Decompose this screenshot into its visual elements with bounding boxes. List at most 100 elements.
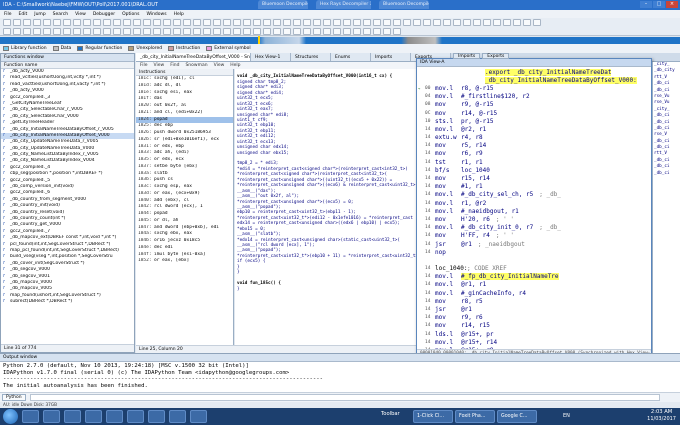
taskbar-app-icon[interactable]	[43, 410, 60, 423]
disassembly-line[interactable]: 14 mov.l #_ginCacheInfo, r4	[417, 289, 651, 297]
toolbar-button[interactable]	[383, 19, 391, 26]
toolbar-label[interactable]: Toolbar	[381, 411, 400, 417]
taskbar-app-icon[interactable]	[22, 410, 39, 423]
toolbar-button[interactable]	[143, 27, 151, 35]
toolbar-button[interactable]	[323, 19, 331, 26]
toolbar-button[interactable]	[433, 19, 441, 26]
toolbar-button[interactable]	[423, 19, 431, 26]
toolbar-button[interactable]	[63, 27, 71, 35]
disassembly-line[interactable]: 14 mov.l r1, @r2	[417, 199, 651, 207]
toolbar-button[interactable]	[173, 27, 181, 35]
toolbar-button[interactable]	[53, 27, 61, 35]
disassembly-line[interactable]: 14 jsr @r1 ; _naeidbgout	[417, 240, 651, 248]
disassembly-line[interactable]: 14 mov r5, r14	[417, 142, 651, 150]
snowman-menu-view[interactable]: View	[154, 63, 165, 68]
toolbar-button[interactable]	[163, 19, 171, 26]
disassembly-line[interactable]: 14 mov.l @r1, r1	[417, 281, 651, 289]
taskbar-app-icon[interactable]	[190, 410, 207, 423]
toolbar-button[interactable]	[53, 19, 61, 26]
toolbar-button[interactable]	[233, 27, 241, 35]
navigation-band[interactable]	[0, 36, 680, 45]
toolbar-button[interactable]	[123, 19, 131, 26]
toolbar-button[interactable]	[393, 19, 401, 26]
taskbar-app-icon[interactable]	[106, 410, 123, 423]
disassembly-line[interactable]: 14 mov r9, r6	[417, 314, 651, 322]
function-list-item[interactable]: subrect(DBRect *,DBRect *)	[1, 299, 134, 305]
function-name-header[interactable]: Function name	[1, 62, 134, 69]
menu-edit[interactable]: Edit	[19, 12, 28, 17]
taskbar-app-icon[interactable]	[64, 410, 81, 423]
toolbar-button[interactable]	[293, 27, 301, 35]
toolbar-button[interactable]	[113, 27, 121, 35]
toolbar-button[interactable]	[133, 27, 141, 35]
disassembly-line[interactable]: 14 mov r15, r14	[417, 174, 651, 182]
name-list-item[interactable]: _db_ci	[653, 171, 680, 177]
menu-debugger[interactable]: Debugger	[93, 12, 115, 17]
toolbar-button[interactable]	[213, 19, 221, 26]
instruction-row[interactable]: 182b: sr (edi+0xe1016ef1), ecx	[136, 137, 233, 144]
taskbar-app-icon[interactable]	[127, 410, 144, 423]
disassembly-line[interactable]: 14 lds.l @r15+, pr	[417, 330, 651, 338]
toolbar-button[interactable]	[193, 27, 201, 35]
disassembly-line[interactable]: 14 mov #1, r1	[417, 183, 651, 191]
toolbar-button[interactable]	[113, 19, 121, 26]
toolbar-button[interactable]	[343, 27, 351, 35]
toolbar-button[interactable]	[13, 19, 21, 26]
toolbar-button[interactable]	[503, 19, 511, 26]
tab-snowman[interactable]: _db_city_InitialNameTreeDataByOffset_V00…	[136, 53, 251, 61]
task-foxit[interactable]: Foxit Pha...	[455, 410, 495, 423]
toolbar-button[interactable]	[283, 19, 291, 26]
toolbar-button[interactable]	[23, 27, 31, 35]
disassembly-line[interactable]: _db_city_InitialNameTreeDataByOffset_V00…	[417, 76, 651, 84]
disassembly-line[interactable]: 14 mov H'FF, r4 ; ' '	[417, 232, 651, 240]
toolbar-button[interactable]	[263, 19, 271, 26]
toolbar-button[interactable]	[373, 19, 381, 26]
tab-enums[interactable]: Enums	[331, 53, 371, 61]
toolbar-button[interactable]	[73, 27, 81, 35]
toolbar-button[interactable]	[523, 19, 531, 26]
toolbar-button[interactable]	[333, 19, 341, 26]
toolbar-button[interactable]	[403, 19, 411, 26]
disassembly-line[interactable]: 14 mov.l #_db_city_init_0, r7 ; _db_	[417, 224, 651, 232]
snowman-menu-help[interactable]: Help	[230, 63, 240, 68]
system-tray-clock[interactable]: 2:03 AM 11/03/2017	[647, 409, 676, 422]
toolbar-button[interactable]	[3, 27, 11, 35]
toolbar-button[interactable]	[183, 19, 191, 26]
browser-tab-3[interactable]: Bluemoon Decompiler	[379, 0, 429, 9]
instruction-row[interactable]: 1840: add (ebx), cl	[136, 198, 233, 205]
toolbar-button[interactable]	[303, 19, 311, 26]
toolbar-button[interactable]	[153, 19, 161, 26]
instruction-row[interactable]: 183d: or eax, (ecx+0x9)	[136, 191, 233, 198]
toolbar-button[interactable]	[323, 27, 331, 35]
toolbar-button[interactable]	[223, 27, 231, 35]
menu-options[interactable]: Options	[122, 12, 139, 17]
toolbar-button[interactable]	[443, 19, 451, 26]
instruction-row[interactable]: 1825: dec ebp	[136, 123, 233, 130]
toolbar-button[interactable]	[413, 19, 421, 26]
instruction-row[interactable]: 181c: sxchg (edi), cl	[136, 76, 233, 83]
toolbar-button[interactable]	[163, 27, 171, 35]
toolbar-button[interactable]	[333, 27, 341, 35]
disassembly-line[interactable]: 14 tst r1, r1	[417, 158, 651, 166]
instruction-row[interactable]: 1842: rcl dword [ecx], 1	[136, 204, 233, 211]
instruction-row[interactable]: 1831: or edx, ebp	[136, 144, 233, 151]
toolbar-button[interactable]	[103, 27, 111, 35]
toolbar-button[interactable]	[33, 19, 41, 26]
toolbar-button[interactable]	[173, 19, 181, 26]
disassembly-line[interactable]: 08 mov r9, @-r15	[417, 101, 651, 109]
snowman-menu-find[interactable]: Find	[170, 63, 179, 68]
instruction-row[interactable]: 183b: push cs	[136, 177, 233, 184]
toolbar-button[interactable]	[363, 27, 371, 35]
toolbar-button[interactable]	[243, 19, 251, 26]
toolbar-button[interactable]	[73, 19, 81, 26]
menu-jump[interactable]: Jump	[34, 12, 45, 17]
toolbar-button[interactable]	[353, 19, 361, 26]
menu-file[interactable]: File	[4, 12, 12, 17]
disassembly-line[interactable]: 10 sts.l pr, @-r15	[417, 117, 651, 125]
toolbar-button[interactable]	[43, 19, 51, 26]
toolbar-button[interactable]	[133, 19, 141, 26]
snowman-menu-view2[interactable]: View	[214, 63, 225, 68]
disassembly-line[interactable]: 14 mov.l #_fp_db_city_InitialNameTre	[417, 273, 651, 281]
maximize-button[interactable]: □	[653, 1, 665, 8]
toolbar-button[interactable]	[313, 27, 321, 35]
